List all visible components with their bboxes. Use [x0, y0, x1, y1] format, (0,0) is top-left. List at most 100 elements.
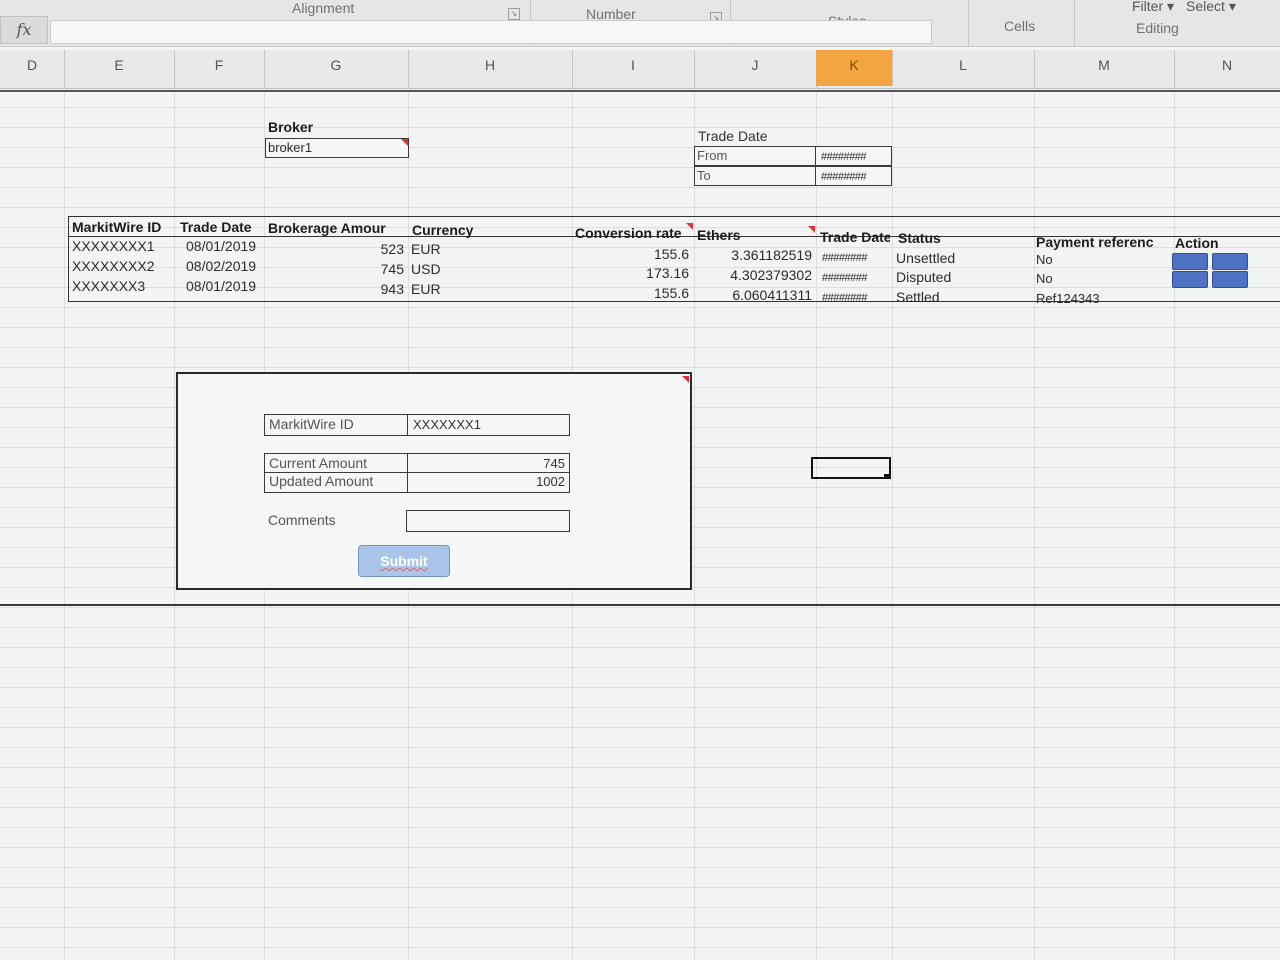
broker-label: Broker — [268, 119, 314, 135]
column-header-k[interactable]: K — [816, 50, 893, 86]
cell-currency[interactable]: EUR — [411, 280, 441, 298]
select-button[interactable]: Select ▾ — [1186, 0, 1236, 15]
updated-amount-label: Updated Amount — [269, 473, 374, 489]
trade-date-filter-label: Trade Date — [698, 128, 768, 144]
cell-ethers[interactable]: 3.361182519 — [700, 246, 812, 264]
cell-trade-date-2[interactable]: ######## — [822, 289, 867, 307]
column-header-m[interactable]: M — [1034, 50, 1175, 88]
updated-amount-field[interactable]: 1002 — [411, 474, 565, 489]
cell-status[interactable]: Unsettled — [896, 249, 955, 267]
ribbon-group-cells: Cells — [968, 0, 1075, 46]
filter-button[interactable]: Filter ▾ — [1132, 0, 1174, 15]
cell-trade-date-2[interactable]: ######## — [822, 269, 867, 287]
divider — [407, 454, 408, 492]
cell-ethers[interactable]: 4.302379302 — [700, 266, 812, 284]
divider — [0, 90, 1280, 92]
cell-trade-date[interactable]: 08/01/2019 — [186, 277, 256, 295]
comment-indicator-icon — [686, 223, 693, 230]
comment-indicator-icon — [682, 376, 689, 383]
divider — [407, 415, 408, 435]
ribbon-group-editing: Filter ▾ Select ▾ Editing — [1074, 0, 1280, 46]
cell-payment-reference[interactable]: No — [1036, 251, 1053, 269]
amounts-box: Current Amount 745 Updated Amount 1002 — [264, 453, 570, 493]
ribbon-group-label: Editing — [1136, 20, 1179, 36]
current-amount-field[interactable]: 745 — [411, 456, 565, 471]
action-button[interactable] — [1172, 271, 1208, 288]
broker-field[interactable]: broker1 — [265, 138, 409, 158]
cell-conversion-rate[interactable]: 155.6 — [580, 245, 689, 263]
markitwire-id-field[interactable]: XXXXXXX1 — [413, 417, 481, 432]
from-label: From — [697, 148, 728, 163]
column-header-d[interactable]: D — [0, 50, 65, 88]
cell-status[interactable]: Settled — [896, 288, 940, 306]
cell-status[interactable]: Disputed — [896, 268, 951, 286]
submit-button[interactable]: Submit — [358, 545, 450, 577]
column-header-j[interactable]: J — [694, 50, 817, 88]
to-label: To — [697, 168, 711, 183]
to-date-field[interactable]: ######## — [821, 168, 866, 186]
comment-indicator-icon — [808, 226, 815, 233]
cell-payment-reference[interactable]: Ref124343 — [1036, 290, 1100, 308]
ribbon-group-label: Cells — [1004, 18, 1036, 34]
header-brokerage-amount: Brokerage Amour — [268, 220, 386, 236]
cell-trade-date[interactable]: 08/02/2019 — [186, 257, 256, 275]
cell-amount[interactable]: 523 — [300, 240, 404, 258]
header-conversion-rate: Conversion rate — [575, 225, 682, 241]
select-label: Select — [1186, 0, 1225, 14]
cell-id[interactable]: XXXXXXX3 — [72, 277, 145, 295]
from-row: From ######## — [694, 146, 892, 166]
filter-label: Filter — [1132, 0, 1164, 14]
grid-line — [64, 88, 65, 960]
header-status: Status — [898, 230, 941, 246]
from-date-field[interactable]: ######## — [821, 148, 866, 166]
action-button[interactable] — [1172, 253, 1208, 270]
broker-value: broker1 — [268, 140, 313, 155]
cell-currency[interactable]: USD — [411, 260, 441, 278]
fill-handle[interactable] — [884, 474, 889, 479]
column-header-e[interactable]: E — [64, 50, 175, 88]
formula-input[interactable] — [50, 20, 932, 44]
alignment-launcher-icon[interactable]: ↘ — [508, 8, 520, 20]
chevron-down-icon: ▾ — [1167, 0, 1175, 14]
action-button[interactable] — [1212, 271, 1248, 288]
cell-id[interactable]: XXXXXXXX2 — [72, 257, 155, 275]
cell-trade-date[interactable]: 08/01/2019 — [186, 237, 256, 255]
column-header-l[interactable]: L — [892, 50, 1035, 88]
ribbon-group-label: Alignment — [292, 0, 355, 16]
column-header-g[interactable]: G — [264, 50, 409, 88]
chevron-down-icon: ▾ — [1228, 0, 1236, 14]
cell-conversion-rate[interactable]: 155.6 — [580, 284, 689, 302]
comments-field[interactable] — [406, 510, 570, 532]
header-markitwire-id: MarkitWire ID — [72, 219, 162, 235]
header-action: Action — [1175, 235, 1219, 251]
current-amount-label: Current Amount — [269, 455, 368, 471]
column-header-n[interactable]: N — [1174, 50, 1280, 88]
cell-id[interactable]: XXXXXXXX1 — [72, 237, 155, 255]
markitwire-id-label: MarkitWire ID — [269, 416, 354, 432]
column-header-i[interactable]: I — [572, 50, 695, 88]
active-cell[interactable] — [811, 457, 891, 479]
header-payment-reference: Payment referenc — [1036, 234, 1154, 250]
cell-conversion-rate[interactable]: 173.16 — [580, 264, 689, 282]
header-trade-date-2: Trade Date — [820, 229, 890, 245]
comments-label: Comments — [268, 512, 336, 528]
markitwire-id-row: MarkitWire ID XXXXXXX1 — [264, 414, 570, 436]
cell-ethers[interactable]: 6.060411311 — [700, 286, 812, 304]
cell-amount[interactable]: 943 — [300, 280, 404, 298]
column-header-f[interactable]: F — [174, 50, 265, 88]
action-button[interactable] — [1212, 253, 1248, 270]
function-icon[interactable]: fx — [0, 16, 48, 44]
divider — [815, 147, 816, 165]
column-headers: D E F G H I J K L M N — [0, 50, 1280, 89]
cell-currency[interactable]: EUR — [411, 240, 441, 258]
divider — [0, 604, 1280, 606]
cell-trade-date-2[interactable]: ######## — [822, 249, 867, 267]
column-header-h[interactable]: H — [408, 50, 573, 88]
cell-amount[interactable]: 745 — [300, 260, 404, 278]
cell-payment-reference[interactable]: No — [1036, 270, 1053, 288]
header-currency: Currency — [412, 222, 474, 238]
header-trade-date: Trade Date — [180, 219, 252, 235]
to-row: To ######## — [694, 166, 892, 186]
comment-indicator-icon — [401, 139, 408, 146]
divider — [815, 167, 816, 185]
